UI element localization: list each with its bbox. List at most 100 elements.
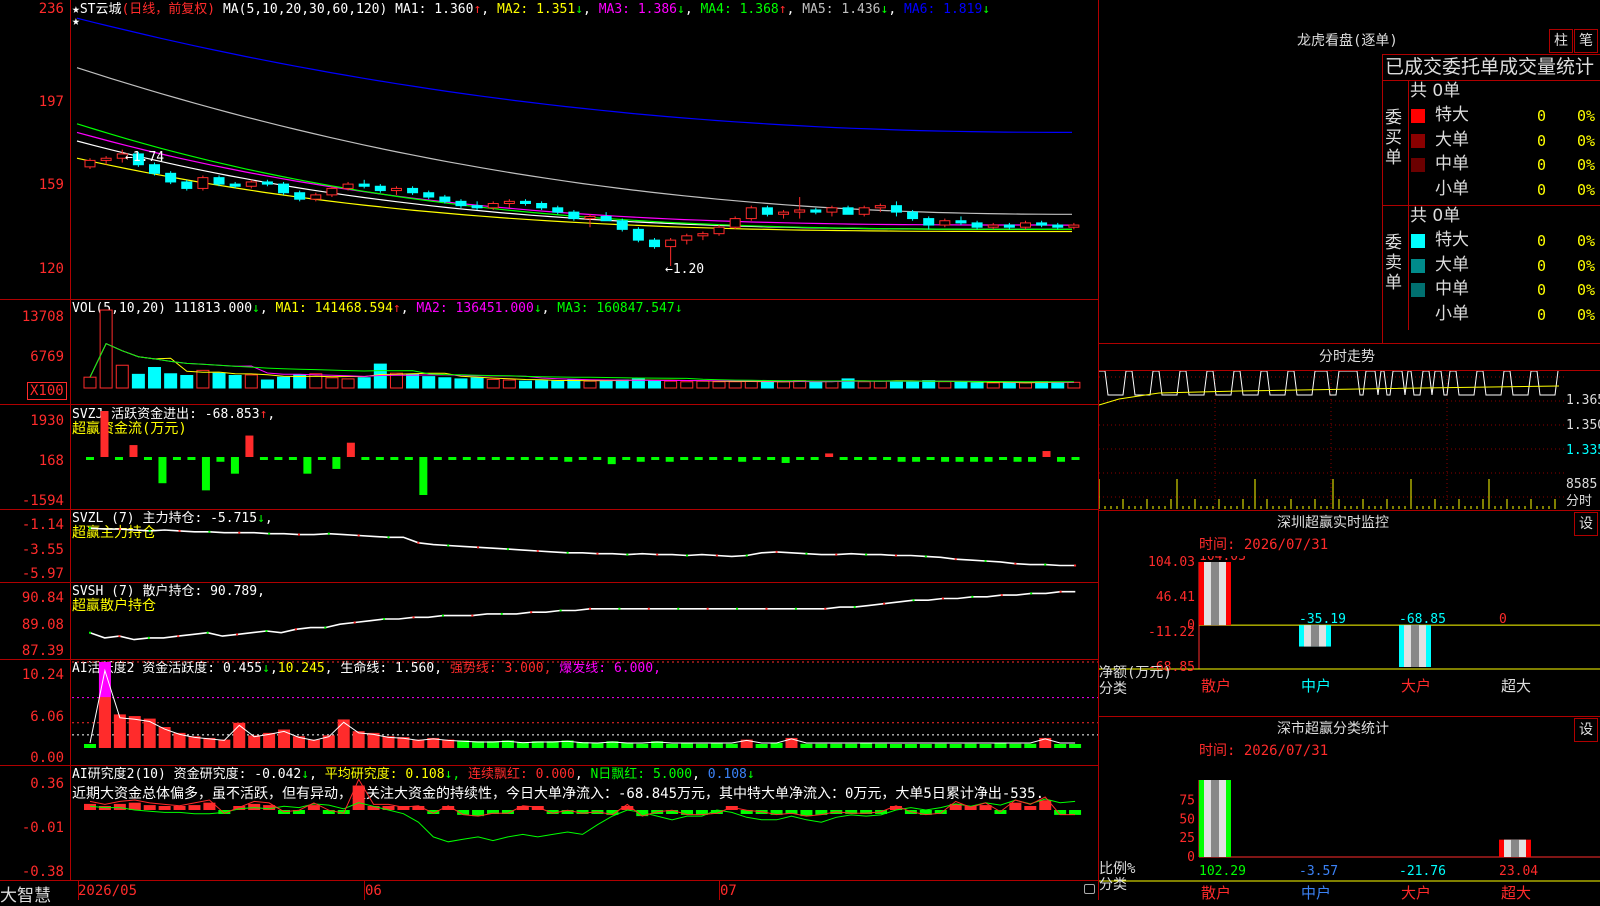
buy-total: 共 0单 [1410,81,1461,101]
flow-bar [810,457,819,460]
flow-bar [607,457,616,465]
order-type: 中单 [1435,154,1469,174]
date-tick [364,881,365,900]
position-dot [477,546,480,549]
research-chart[interactable] [72,766,1098,880]
candle [858,207,870,215]
volume-bar [809,381,823,389]
ma-value: 1.368 [731,2,779,17]
ma-line [76,157,1072,233]
activity-chart[interactable] [72,660,1098,765]
activity-bar [666,743,679,748]
tick-view-button[interactable]: 笔 [1574,29,1598,53]
volume-bar [422,376,436,389]
shenzhen-settings-button[interactable]: 设 [1574,512,1598,536]
ma-value: 1.436 [833,2,881,17]
position-dot [1044,563,1047,566]
position-dot [297,533,300,536]
volume-bar [406,373,420,389]
volume-chart[interactable] [72,300,1098,404]
candle [1052,224,1064,228]
volume-bar [760,381,774,389]
activity-bar [979,744,992,748]
volume-bar [486,378,500,389]
flow-bar [622,457,631,460]
class-bar-chart[interactable]: 75 50 25 0 102.29 散户 -3.57 中户 -21.76 大户 23.04 超大 比例%… [1099,762,1600,900]
flow-bar [143,457,152,460]
position-dot [715,554,718,557]
position-dot [441,614,444,617]
flow-bar [680,457,689,460]
category-label: 超大 [1501,677,1531,695]
bar-value-label: -21.76 [1399,864,1446,879]
chart-area[interactable]: ★ST云城(日线，前复权) MA(5,10,20,30,60,120) MA1:… [0,0,1099,906]
position-dot [238,531,241,534]
candle [536,203,548,209]
activity-bar [725,743,738,748]
position-dot [265,630,268,633]
candle [761,207,773,215]
y-tick: 90.84 [21,590,64,606]
position-line [89,590,1076,641]
volume-bar [1018,382,1032,389]
position-dot [357,534,360,537]
candle [519,200,531,205]
bar-value-label: 23.04 [1499,864,1538,879]
main-position-chart[interactable] [72,510,1098,582]
volume-bar [454,378,468,389]
x-axis-label: 分类 [1099,877,1127,893]
candle [955,220,967,224]
shenzhen-bar-chart[interactable]: 104.03 46.41 0 -11.22 -68.85 104.03 散户 -35.19 中户… [1099,556,1600,716]
order-count: 0 [1537,180,1547,199]
color-swatch-icon [1411,234,1425,248]
flow-bar [158,457,167,484]
order-row: 特大 0 0% [1409,229,1599,251]
flow-bar [520,457,529,460]
candle [729,218,741,228]
bar-value-label: -35.19 [1299,612,1346,627]
volume-bar [986,382,1000,389]
bar-view-button[interactable]: 柱 [1549,29,1573,53]
volume-bar [1051,381,1065,389]
position-dot [412,616,415,619]
ma-legend: MA1: 1.360↑, MA2: 1.351↓, MA3: 1.386↓, M… [395,2,990,17]
activity-bar [770,742,783,748]
flow-bar [941,457,950,462]
vol-unit-badge[interactable]: X100 [27,382,67,400]
candlestick-chart[interactable] [72,16,1098,298]
order-pct: 0% [1577,281,1596,299]
flow-bar [912,457,921,462]
y-tick: 168 [38,453,64,469]
candle [939,220,951,226]
volume-bar [615,379,629,389]
flow-bar [1057,457,1066,462]
position-dot [208,530,211,533]
lock-icon[interactable] [1084,884,1095,894]
y-tick: 13708 [21,309,64,325]
intraday-chart[interactable] [1099,371,1565,511]
y-tick: -1594 [21,493,64,509]
date-label: 07 [720,883,737,899]
category-bar [1511,839,1519,857]
volume-bar [648,380,662,389]
y-tick: 25 [1179,831,1195,846]
capital-flow-chart[interactable] [72,405,1098,509]
order-type: 特大 [1435,230,1469,250]
candle [213,177,225,185]
flow-bar [694,457,703,460]
activity-bar [1009,743,1022,748]
activity-bar [800,743,813,748]
category-label: 散户 [1201,677,1231,695]
category-label: 大户 [1401,677,1431,695]
flow-bar [651,457,660,460]
retail-position-chart[interactable] [72,583,1098,659]
position-dot [626,553,629,556]
main-header: ★ST云城(日线，前复权) MA(5,10,20,30,60,120) MA1:… [72,2,990,17]
position-dot [559,609,562,612]
class-settings-button[interactable]: 设 [1574,718,1598,742]
class-time: 时间: 2026/07/31 [1199,743,1329,759]
candle [149,164,161,174]
activity-bar [233,722,246,748]
activity-bar [695,743,708,748]
candle [923,218,935,226]
